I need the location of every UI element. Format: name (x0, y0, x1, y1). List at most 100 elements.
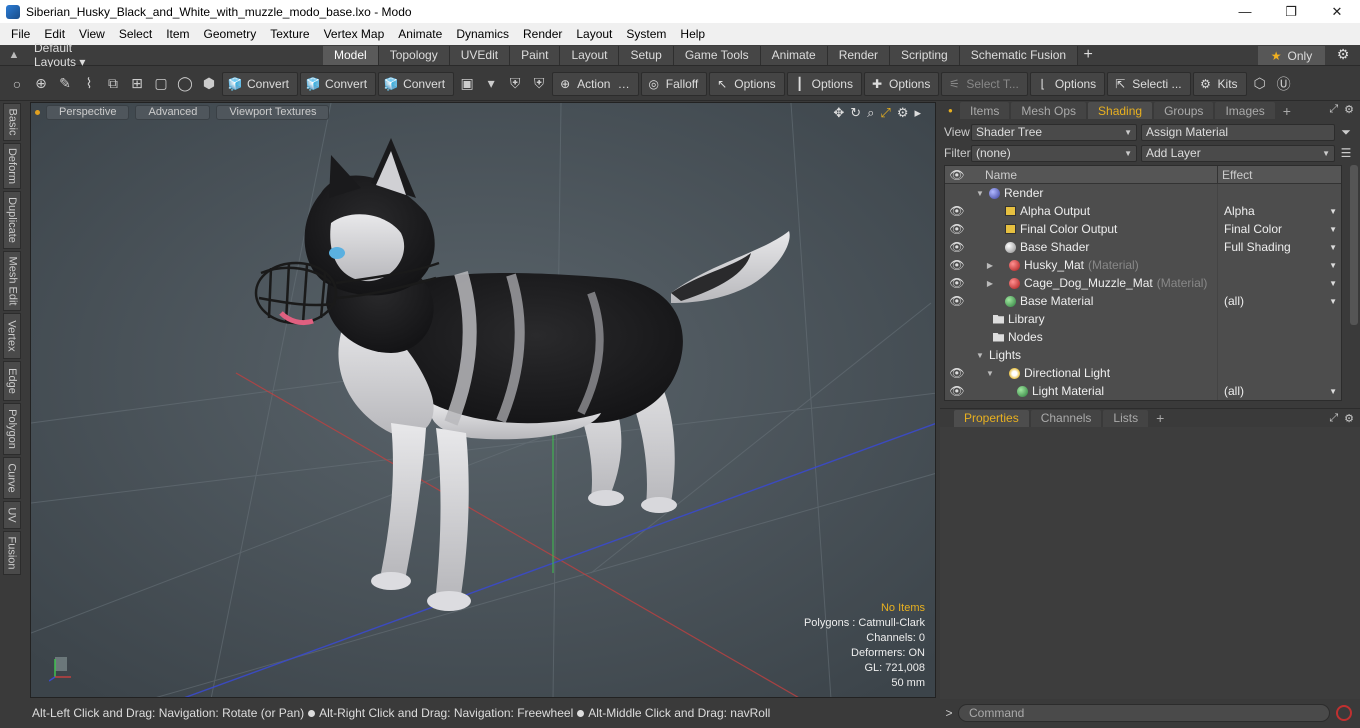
item-mode-icon[interactable]: ⬢ (198, 73, 220, 95)
tab-scripting[interactable]: Scripting (890, 45, 960, 65)
selection-button[interactable]: ⇱ Selecti ... (1107, 71, 1191, 96)
tree-row-library[interactable]: Library (945, 310, 1341, 328)
unity-icon[interactable]: ⬡ (1249, 73, 1271, 95)
tree-row-directional-light[interactable]: 👁 ▼ Directional Light (945, 364, 1341, 382)
collapse-up-icon[interactable]: ▲ (4, 49, 24, 61)
vtab-deform[interactable]: Deform (3, 143, 21, 189)
name-column-header[interactable]: Name (969, 168, 1217, 182)
tab-layout[interactable]: Layout (560, 45, 620, 65)
list-options-icon[interactable]: ☰ (1339, 146, 1353, 160)
fit-view-icon[interactable]: ⤢ (880, 105, 890, 121)
effect-dropdown[interactable]: ▼ (1217, 256, 1341, 274)
effect-column-header[interactable]: Effect (1217, 166, 1341, 184)
expand-panel-icon[interactable]: ⤢ (1329, 412, 1338, 425)
vtab-basic[interactable]: Basic (3, 103, 21, 141)
maximize-button[interactable]: ❐ (1268, 0, 1314, 23)
tab-paint[interactable]: Paint (510, 45, 561, 65)
only-toggle[interactable]: ★ Only (1258, 46, 1325, 65)
tab-topology[interactable]: Topology (378, 45, 450, 65)
effect-dropdown[interactable]: Final Color ▼ (1217, 220, 1341, 238)
expand-triangle-icon[interactable]: ▼ (975, 351, 985, 360)
tree-row-husky-mat[interactable]: 👁 ▶ Husky_Mat (Material) ▼ (945, 256, 1341, 274)
panel-menu-dot[interactable]: ● (948, 106, 958, 115)
tab-schematic-fusion[interactable]: Schematic Fusion (959, 45, 1079, 65)
menu-layout[interactable]: Layout (569, 27, 619, 41)
effect-dropdown[interactable]: (all) ▼ (1217, 292, 1341, 310)
tab-setup[interactable]: Setup (619, 45, 674, 65)
kits-button[interactable]: ⚙ Kits (1192, 71, 1247, 96)
select-through-button[interactable]: ⚟ Select T... (941, 71, 1028, 96)
add-tab-icon[interactable]: + (1150, 410, 1170, 426)
tree-row-cage-dog-muzzle-mat[interactable]: 👁 ▶ Cage_Dog_Muzzle_Mat (Material) ▼ (945, 274, 1341, 292)
tree-row-nodes[interactable]: Nodes (945, 328, 1341, 346)
tab-images[interactable]: Images (1215, 102, 1275, 119)
edges-mode-icon[interactable]: ⧉ (102, 73, 124, 95)
menu-geometry[interactable]: Geometry (197, 27, 264, 41)
menu-help[interactable]: Help (673, 27, 712, 41)
minimize-button[interactable]: — (1222, 0, 1268, 23)
eye-icon[interactable]: 👁 (945, 204, 969, 218)
vertex-mode-icon[interactable]: ○ (6, 73, 28, 95)
options-button-1[interactable]: ↖ Options (709, 71, 785, 96)
menu-system[interactable]: System (619, 27, 673, 41)
shader-tree-scrollbar[interactable] (1350, 165, 1358, 325)
menu-vertex-map[interactable]: Vertex Map (317, 27, 392, 41)
convert-button-3[interactable]: 🧊 Convert (378, 71, 455, 96)
advanced-tab[interactable]: Advanced (135, 104, 211, 120)
tree-row-render[interactable]: ▼ Render (945, 184, 1341, 202)
viewport-menu-dot[interactable] (35, 109, 40, 115)
material-mode-icon[interactable]: ▢ (150, 73, 172, 95)
options-button-3[interactable]: ✚ Options (863, 71, 940, 96)
3d-viewport[interactable]: Perspective Advanced Viewport Textures ✥… (30, 102, 936, 698)
tree-row-lights[interactable]: ▼ Lights (945, 346, 1341, 364)
falloff-button[interactable]: ◎ Falloff (640, 71, 708, 96)
polygons-mode-icon[interactable]: ⊞ (126, 73, 148, 95)
add-tab-icon[interactable]: + (1277, 103, 1297, 119)
convert-button-1[interactable]: 🧊 Convert (222, 71, 299, 96)
default-layouts-dropdown[interactable]: Default Layouts ▾ (24, 41, 116, 69)
expand-triangle-icon[interactable]: ▼ (985, 369, 995, 378)
tree-row-alpha-output[interactable]: 👁 Alpha Output Alpha ▼ (945, 202, 1341, 220)
vtab-duplicate[interactable]: Duplicate (3, 191, 21, 249)
symmetry-icon[interactable]: ⛨ (504, 73, 526, 95)
effect-dropdown[interactable]: Alpha ▼ (1217, 202, 1341, 220)
effect-dropdown[interactable]: (all) ▼ (1217, 382, 1341, 400)
effect-dropdown[interactable]: Full Shading ▼ (1217, 238, 1341, 256)
tab-items[interactable]: Items (960, 102, 1010, 119)
filter-dropdown[interactable]: (none) ▼ (971, 144, 1137, 162)
expand-triangle-icon[interactable]: ▶ (985, 279, 995, 288)
viewport-settings-icon[interactable]: ⚙ (897, 105, 909, 121)
pen-icon[interactable]: ✎ (54, 73, 76, 95)
tab-uvedit[interactable]: UVEdit (449, 45, 511, 65)
tab-render[interactable]: Render (827, 45, 891, 65)
unreal-icon[interactable]: Ⓤ (1273, 73, 1295, 95)
filter-funnel-icon[interactable]: ⏷ (1339, 125, 1353, 140)
menu-select[interactable]: Select (112, 27, 159, 41)
options-button-4[interactable]: ⌊ Options (1029, 71, 1106, 96)
tab-lists[interactable]: Lists (1103, 409, 1149, 427)
eye-icon[interactable]: 👁 (945, 258, 969, 272)
action-center-button[interactable]: ⊕ Action … (552, 71, 639, 96)
eye-icon[interactable]: 👁 (945, 222, 969, 236)
snap-icon[interactable]: ⛨ (528, 73, 550, 95)
vtab-vertex[interactable]: Vertex (3, 313, 21, 359)
vtab-fusion[interactable]: Fusion (3, 531, 21, 575)
vtab-uv[interactable]: UV (3, 501, 21, 529)
vtab-mesh-edit[interactable]: Mesh Edit (3, 251, 21, 311)
tree-row-final-color-output[interactable]: 👁 Final Color Output Final Color ▼ (945, 220, 1341, 238)
perspective-tab[interactable]: Perspective (46, 104, 130, 120)
tab-properties[interactable]: Properties (954, 409, 1029, 427)
tree-row-base-shader[interactable]: 👁 Base Shader Full Shading ▼ (945, 238, 1341, 256)
command-input[interactable]: Command (958, 704, 1330, 722)
menu-animate[interactable]: Animate (391, 27, 449, 41)
tree-row-base-material[interactable]: 👁 Base Material (all) ▼ (945, 292, 1341, 310)
panel-settings-icon[interactable]: ⚙ (1344, 103, 1354, 116)
menu-render[interactable]: Render (516, 27, 569, 41)
tab-game-tools[interactable]: Game Tools (673, 45, 761, 65)
view-dropdown[interactable]: Shader Tree ▼ (971, 123, 1137, 141)
chevron-down-icon[interactable]: ▾ (480, 73, 502, 95)
cube-dropdown-icon[interactable]: ▣ (456, 73, 478, 95)
eye-icon[interactable]: 👁 (945, 366, 969, 380)
tab-animate[interactable]: Animate (760, 45, 828, 65)
vtab-curve[interactable]: Curve (3, 457, 21, 499)
